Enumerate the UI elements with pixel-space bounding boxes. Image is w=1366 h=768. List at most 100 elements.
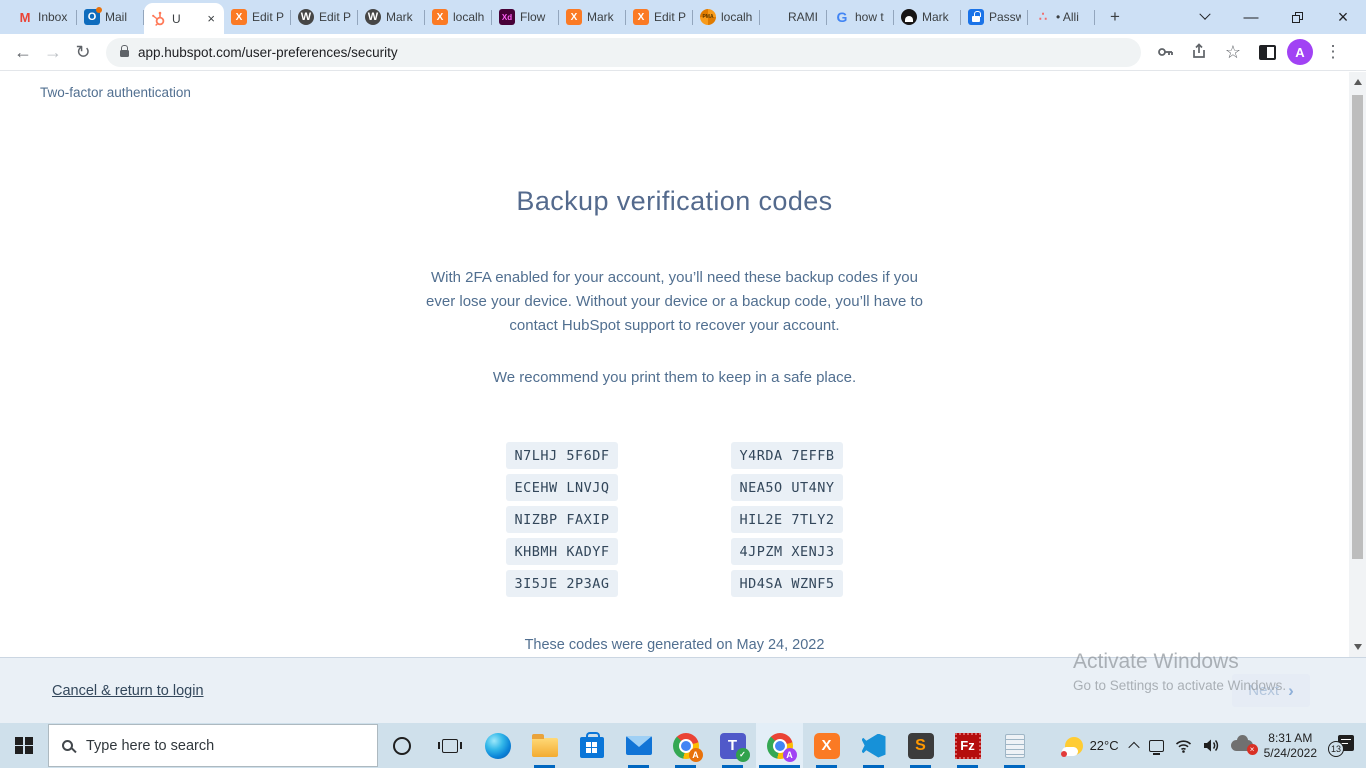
tab-inbox[interactable]: M Inbox	[10, 3, 77, 31]
tab-search-chevron-icon[interactable]	[1182, 0, 1228, 34]
tab-localhost-2[interactable]: PMA localh	[693, 3, 760, 31]
notepad-icon	[1005, 734, 1025, 758]
browser-tab-strip: M Inbox O Mail U × X Edit P W Edit P W M…	[0, 0, 1366, 34]
task-view-button[interactable]	[426, 723, 474, 768]
secure-lock-icon[interactable]	[120, 50, 129, 57]
notification-center-button[interactable]: 13	[1328, 735, 1354, 757]
close-tab-icon[interactable]: ×	[205, 11, 217, 26]
scrollbar-thumb[interactable]	[1352, 95, 1363, 559]
bookmark-star-icon[interactable]: ☆	[1219, 38, 1247, 66]
new-tab-button[interactable]: +	[1101, 3, 1129, 31]
tab-localhost-1[interactable]: X localh	[425, 3, 492, 31]
tab-flow[interactable]: Xd Flow	[492, 3, 559, 31]
file-explorer-icon	[532, 738, 558, 757]
scroll-up-arrow[interactable]	[1354, 79, 1362, 85]
backup-code: 4JPZM XENJ3	[731, 538, 843, 565]
connect-cast-icon[interactable]	[1149, 740, 1164, 752]
backup-code: ECEHW LNVJQ	[506, 474, 618, 501]
vscode-icon	[862, 734, 886, 758]
taskbar-search[interactable]	[48, 724, 378, 767]
system-tray: 22°C 8:31 AM 5/24/2022 13	[1065, 731, 1366, 761]
outlook-icon: O	[84, 9, 100, 25]
tab-mark-3[interactable]: Mark	[894, 3, 961, 31]
tab-edit-p-2[interactable]: W Edit P	[291, 3, 358, 31]
scroll-down-arrow[interactable]	[1354, 644, 1362, 650]
scrollbar[interactable]	[1349, 72, 1366, 657]
tab-title: Edit P	[319, 10, 351, 24]
taskbar-app-explorer[interactable]	[521, 723, 568, 768]
clock-date: 5/24/2022	[1264, 746, 1317, 761]
volume-icon[interactable]	[1203, 738, 1220, 753]
close-window-button[interactable]: ×	[1320, 0, 1366, 34]
search-input[interactable]	[84, 737, 364, 755]
tab-alli[interactable]: ∴ • Alli	[1028, 3, 1095, 31]
taskbar-app-notepad[interactable]	[991, 723, 1038, 768]
taskbar-app-chrome-profile1[interactable]: A	[662, 723, 709, 768]
tab-rami[interactable]: RAMI	[760, 3, 827, 31]
taskbar-app-sublime[interactable]: S	[897, 723, 944, 768]
reload-button[interactable]: ↻	[68, 37, 98, 67]
tab-edit-p-3[interactable]: X Edit P	[626, 3, 693, 31]
tab-edit-p-1[interactable]: X Edit P	[224, 3, 291, 31]
wizard-footer: Cancel & return to login Next ›	[0, 657, 1366, 723]
cancel-return-link[interactable]: Cancel & return to login	[52, 683, 204, 699]
gmail-icon: M	[17, 9, 33, 25]
taskbar-clock[interactable]: 8:31 AM 5/24/2022	[1264, 731, 1317, 761]
tab-title: • Alli	[1056, 10, 1088, 24]
profile-avatar[interactable]: A	[1287, 39, 1313, 65]
screen: M Inbox O Mail U × X Edit P W Edit P W M…	[0, 0, 1366, 768]
search-icon	[62, 740, 73, 751]
tab-mail[interactable]: O Mail	[77, 3, 144, 31]
backup-code: 3I5JE 2P3AG	[506, 570, 618, 597]
tab-how-t[interactable]: G how t	[827, 3, 894, 31]
tab-title: how t	[855, 10, 887, 24]
forward-button[interactable]: →	[38, 37, 68, 67]
taskbar-app-store[interactable]	[568, 723, 615, 768]
teams-check-badge: ✓	[736, 748, 750, 762]
taskbar-app-teams[interactable]: T✓	[709, 723, 756, 768]
tab-password[interactable]: Passw	[961, 3, 1028, 31]
tab-title: localh	[721, 10, 753, 24]
back-button[interactable]: ←	[8, 37, 38, 67]
onedrive-error-icon[interactable]	[1231, 740, 1253, 751]
tab-mark-1[interactable]: W Mark	[358, 3, 425, 31]
backup-code: NIZBP FAXIP	[506, 506, 618, 533]
taskbar-app-mail[interactable]	[615, 723, 662, 768]
address-bar[interactable]: app.hubspot.com/user-preferences/securit…	[106, 38, 1141, 67]
share-icon[interactable]	[1185, 38, 1213, 66]
wordpress-icon: W	[298, 9, 314, 25]
tab-title: Mail	[105, 10, 137, 24]
tray-expand-chevron-icon[interactable]	[1128, 741, 1139, 752]
restore-button[interactable]	[1274, 0, 1320, 34]
backup-code: HIL2E 7TLY2	[731, 506, 843, 533]
xampp-icon: X	[231, 9, 247, 25]
wifi-icon[interactable]	[1175, 739, 1192, 753]
tab-mark-2[interactable]: X Mark	[559, 3, 626, 31]
menu-icon[interactable]: ⋮	[1319, 38, 1347, 66]
weather-widget[interactable]: 22°C	[1065, 737, 1119, 755]
taskbar-app-vscode[interactable]	[850, 723, 897, 768]
taskbar-app-xampp[interactable]: X	[803, 723, 850, 768]
toolbar-right-icons: ☆ A ⋮	[1151, 38, 1347, 66]
tab-title: Edit P	[654, 10, 686, 24]
taskbar-app-chrome-profile2-active[interactable]: A	[756, 723, 803, 768]
taskbar-app-edge[interactable]	[474, 723, 521, 768]
url-text: app.hubspot.com/user-preferences/securit…	[138, 45, 398, 60]
taskbar-app-filezilla[interactable]: Fz	[944, 723, 991, 768]
tab-hubspot-active[interactable]: U ×	[144, 3, 224, 34]
minimize-button[interactable]: —	[1228, 0, 1274, 34]
xampp-icon: X	[566, 9, 582, 25]
tab-title: Mark	[386, 10, 418, 24]
browser-toolbar: ← → ↻ app.hubspot.com/user-preferences/s…	[0, 34, 1366, 71]
cortana-button[interactable]	[378, 723, 426, 768]
next-button[interactable]: Next ›	[1232, 674, 1310, 707]
phpmyadmin-icon: PMA	[700, 9, 716, 25]
start-button[interactable]	[0, 723, 48, 768]
side-panel-icon[interactable]	[1253, 38, 1281, 66]
tab-title: RAMI	[788, 10, 820, 24]
adobe-xd-icon: Xd	[499, 9, 515, 25]
xampp-icon: X	[814, 733, 840, 759]
password-key-icon[interactable]	[1151, 38, 1179, 66]
generated-note: These codes were generated on May 24, 20…	[525, 637, 825, 653]
xampp-icon: X	[432, 9, 448, 25]
